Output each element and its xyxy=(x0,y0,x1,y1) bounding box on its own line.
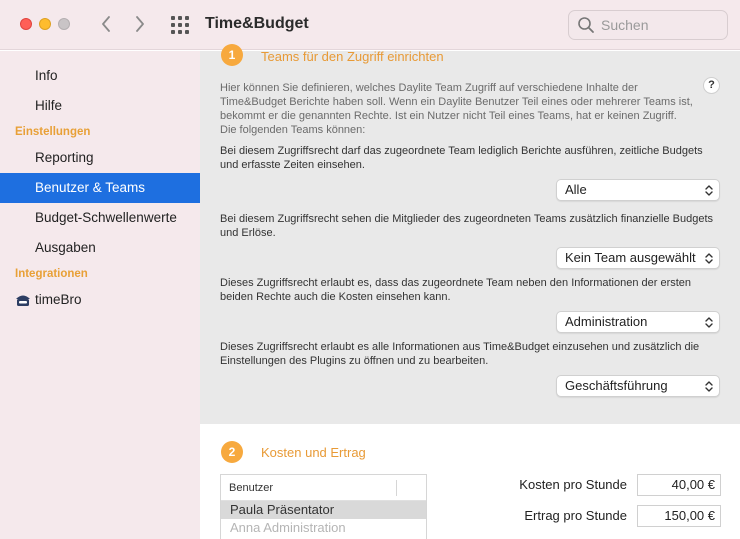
sidebar-item-budget-thresholds[interactable]: Budget-Schwellenwerte xyxy=(0,203,200,233)
chevron-updown-icon xyxy=(705,381,713,392)
team-select-3[interactable]: Administration xyxy=(556,311,720,333)
right-description-2: Bei diesem Zugriffsrecht sehen die Mitgl… xyxy=(220,213,714,239)
chevron-right-icon xyxy=(136,16,144,32)
chevron-left-icon xyxy=(102,16,110,32)
right-description-3: Dieses Zugriffsrecht erlaubt es, dass da… xyxy=(220,277,692,303)
right-description-1: Bei diesem Zugriffsrecht darf das zugeor… xyxy=(220,145,703,171)
close-window-button[interactable] xyxy=(20,18,32,30)
cost-per-hour-label: Kosten pro Stunde xyxy=(519,477,627,492)
step-number-badge: 1 xyxy=(221,44,243,66)
cost-revenue-section: 2 Kosten und Ertrag Benutzer Paula Präse… xyxy=(200,424,740,539)
search-input[interactable] xyxy=(601,17,721,33)
section-title: Kosten und Ertrag xyxy=(261,445,366,460)
revenue-per-hour-label: Ertrag pro Stunde xyxy=(524,508,627,523)
select-value: Kein Team ausgewählt xyxy=(565,250,696,265)
cost-per-hour-input[interactable]: 40,00 € xyxy=(637,474,721,496)
team-select-4[interactable]: Geschäftsführung xyxy=(556,375,720,397)
chevron-updown-icon xyxy=(705,185,713,196)
sidebar-item-label: timeBro xyxy=(35,292,82,307)
select-value: Geschäftsführung xyxy=(565,378,668,393)
sidebar-item-timebro[interactable]: timeBro xyxy=(0,285,200,315)
chevron-updown-icon xyxy=(705,253,713,264)
sidebar-item-help[interactable]: Hilfe xyxy=(0,91,200,121)
table-row[interactable]: Paula Präsentator xyxy=(221,501,426,519)
team-access-section: 1 Teams für den Zugriff einrichten ? Hie… xyxy=(200,44,740,424)
sidebar: Info Hilfe Einstellungen Reporting Benut… xyxy=(0,51,200,539)
sidebar-item-label: Ausgaben xyxy=(35,240,96,255)
sidebar-item-info[interactable]: Info xyxy=(0,61,200,91)
table-header[interactable]: Benutzer xyxy=(221,475,426,501)
sidebar-section-settings: Einstellungen xyxy=(15,126,91,138)
select-value: Administration xyxy=(565,314,648,329)
search-icon xyxy=(578,17,594,33)
sidebar-section-integrations: Integrationen xyxy=(15,268,88,280)
intro-text: Hier können Sie definieren, welches Dayl… xyxy=(220,82,693,136)
column-divider xyxy=(396,480,397,496)
timebro-icon xyxy=(16,295,30,306)
app-grid-icon[interactable] xyxy=(171,16,189,34)
users-table: Benutzer Paula Präsentator Anna Administ… xyxy=(220,474,427,539)
help-button[interactable]: ? xyxy=(703,77,720,94)
sidebar-item-label: Reporting xyxy=(35,150,94,165)
sidebar-item-label: Info xyxy=(35,68,58,83)
forward-button[interactable] xyxy=(128,12,152,36)
zoom-window-button[interactable] xyxy=(58,18,70,30)
team-select-1[interactable]: Alle xyxy=(556,179,720,201)
sidebar-item-label: Hilfe xyxy=(35,98,63,113)
right-description-4: Dieses Zugriffsrecht erlaubt es alle Inf… xyxy=(220,341,700,367)
back-button[interactable] xyxy=(94,12,118,36)
team-select-2[interactable]: Kein Team ausgewählt xyxy=(556,247,720,269)
sidebar-item-users-teams[interactable]: Benutzer & Teams xyxy=(0,173,200,203)
sidebar-item-reporting[interactable]: Reporting xyxy=(0,143,200,173)
sidebar-item-label: Budget-Schwellenwerte xyxy=(35,210,177,225)
step-number-badge: 2 xyxy=(221,441,243,463)
section-title: Teams für den Zugriff einrichten xyxy=(261,49,444,64)
revenue-per-hour-input[interactable]: 150,00 € xyxy=(637,505,721,527)
sidebar-item-expenses[interactable]: Ausgaben xyxy=(0,233,200,263)
column-header-users: Benutzer xyxy=(229,482,274,494)
title-bar: Time&Budget xyxy=(0,0,740,50)
chevron-updown-icon xyxy=(705,317,713,328)
window-title: Time&Budget xyxy=(205,15,309,32)
table-row[interactable]: Anna Administration xyxy=(221,519,426,537)
search-field[interactable] xyxy=(568,10,728,40)
sidebar-item-label: Benutzer & Teams xyxy=(35,180,146,195)
minimize-window-button[interactable] xyxy=(39,18,51,30)
select-value: Alle xyxy=(565,182,587,197)
